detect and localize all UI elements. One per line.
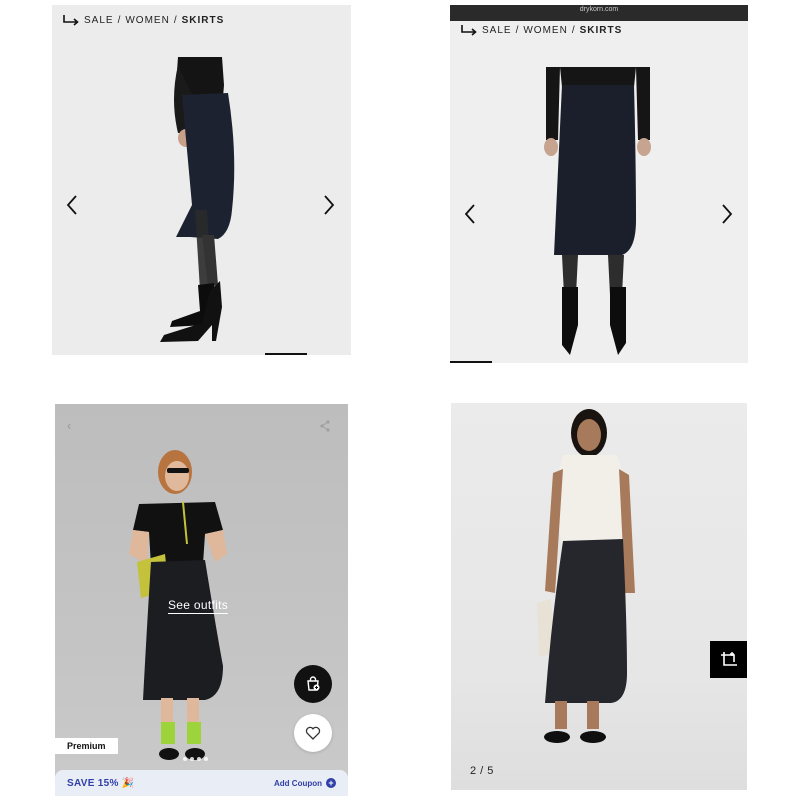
chevron-right-icon	[722, 204, 733, 224]
bag-plus-icon	[307, 676, 320, 691]
see-outfits-link[interactable]: See outfits	[168, 598, 229, 614]
pagination-dot[interactable]	[204, 757, 208, 761]
image-counter: 2 / 5	[470, 765, 494, 777]
next-image-button[interactable]	[319, 193, 339, 217]
product-image	[537, 409, 635, 743]
pagination-dot[interactable]	[197, 757, 201, 761]
coupon-bar: SAVE 15% 🎉 Add Coupon +	[55, 770, 348, 796]
product-image	[160, 57, 235, 342]
image-pagination-dots	[183, 757, 208, 761]
add-coupon-button[interactable]: Add Coupon +	[274, 778, 336, 788]
image-position-indicator	[450, 361, 492, 363]
crop-icon	[720, 651, 737, 666]
product-gallery-3: ‹ See outfits Premium SAVE 15% 🎉 Add Cou…	[55, 404, 348, 796]
add-to-bag-button[interactable]	[294, 665, 332, 703]
product-gallery-2: drykorn.com SALE / WOMEN / SKIRTS	[450, 5, 748, 363]
pagination-dot[interactable]	[190, 757, 194, 761]
chevron-left-icon	[66, 195, 77, 215]
chevron-right-icon	[324, 195, 335, 215]
product-gallery-4: 2 / 5	[451, 403, 747, 790]
next-image-button[interactable]	[717, 202, 737, 226]
coupon-save-text: SAVE 15% 🎉	[67, 777, 135, 789]
plus-icon: +	[326, 778, 336, 788]
product-image	[544, 67, 651, 355]
product-gallery-1: SALE / WOMEN / SKIRTS	[52, 5, 351, 355]
crop-search-button[interactable]	[710, 641, 747, 678]
previous-image-button[interactable]	[62, 193, 82, 217]
pagination-dot[interactable]	[183, 757, 187, 761]
premium-badge: Premium	[55, 738, 118, 754]
add-coupon-label: Add Coupon	[274, 778, 322, 788]
chevron-left-icon	[464, 204, 475, 224]
heart-icon	[305, 726, 321, 740]
image-position-indicator	[265, 353, 307, 355]
wishlist-button[interactable]	[294, 714, 332, 752]
previous-image-button[interactable]	[460, 202, 480, 226]
